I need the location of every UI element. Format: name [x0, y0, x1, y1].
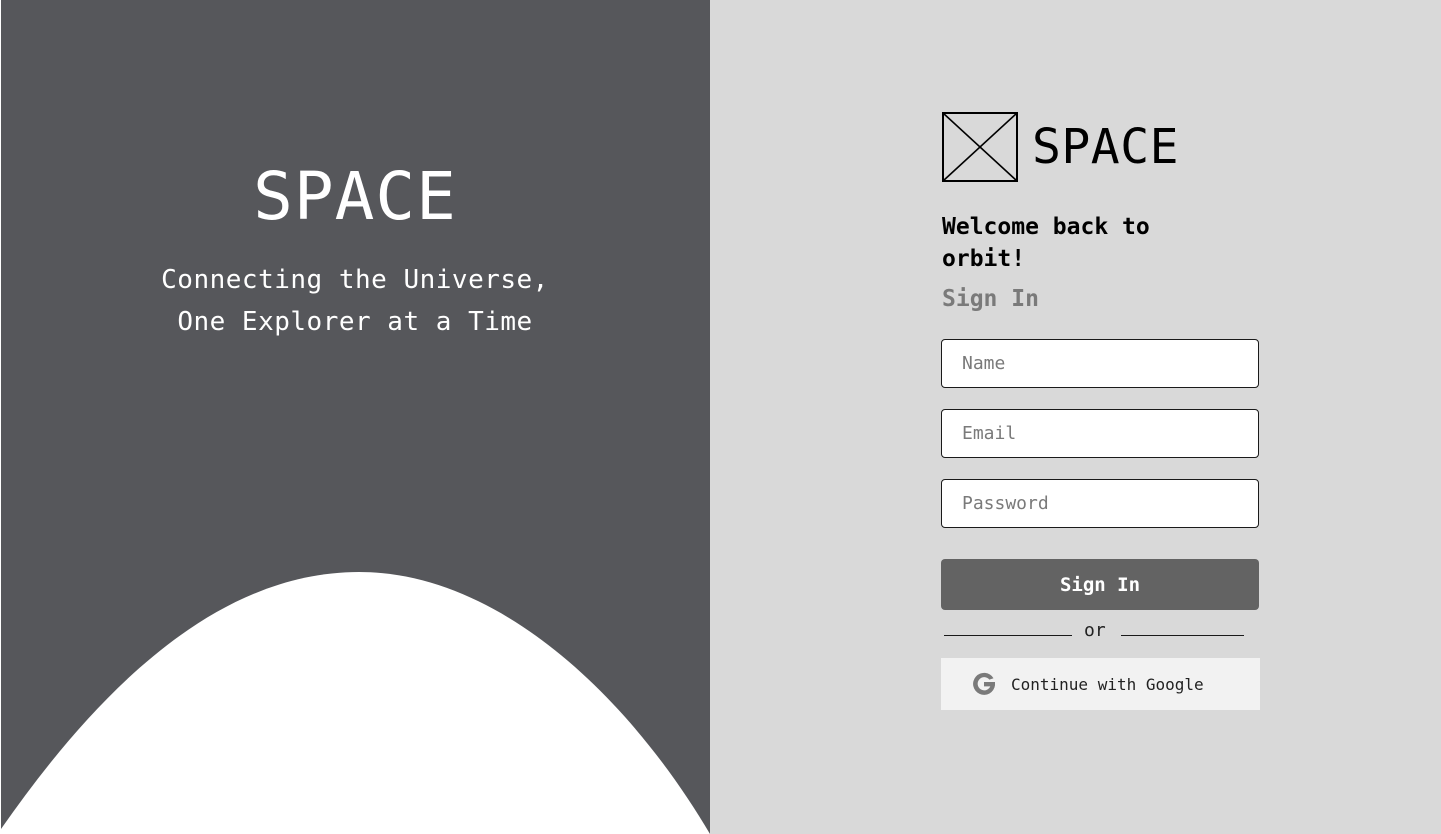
image-placeholder-icon [942, 112, 1018, 182]
email-input[interactable] [941, 409, 1259, 458]
sign-in-heading: Sign In [942, 286, 1039, 312]
divider-or-text: or [1084, 620, 1106, 641]
sign-in-panel: SPACE Welcome back to orbit! Sign In Sig… [710, 0, 1441, 834]
sign-in-page: SPACE Connecting the Universe, One Explo… [0, 0, 1441, 834]
planet-arc-shape [1, 572, 710, 834]
continue-with-google-button[interactable]: Continue with Google [941, 658, 1260, 710]
brand-logo: SPACE [942, 112, 1179, 182]
google-button-label: Continue with Google [1011, 674, 1204, 694]
divider-line-left [944, 635, 1072, 636]
or-divider: or [944, 620, 1244, 646]
name-input[interactable] [941, 339, 1259, 388]
divider-line-right [1121, 635, 1244, 636]
password-input[interactable] [941, 479, 1259, 528]
sign-in-button[interactable]: Sign In [941, 559, 1259, 610]
welcome-message: Welcome back to orbit! [942, 214, 1150, 272]
brand-name: SPACE [1032, 119, 1179, 175]
hero-panel: SPACE Connecting the Universe, One Explo… [0, 0, 710, 834]
google-g-icon [973, 672, 995, 695]
